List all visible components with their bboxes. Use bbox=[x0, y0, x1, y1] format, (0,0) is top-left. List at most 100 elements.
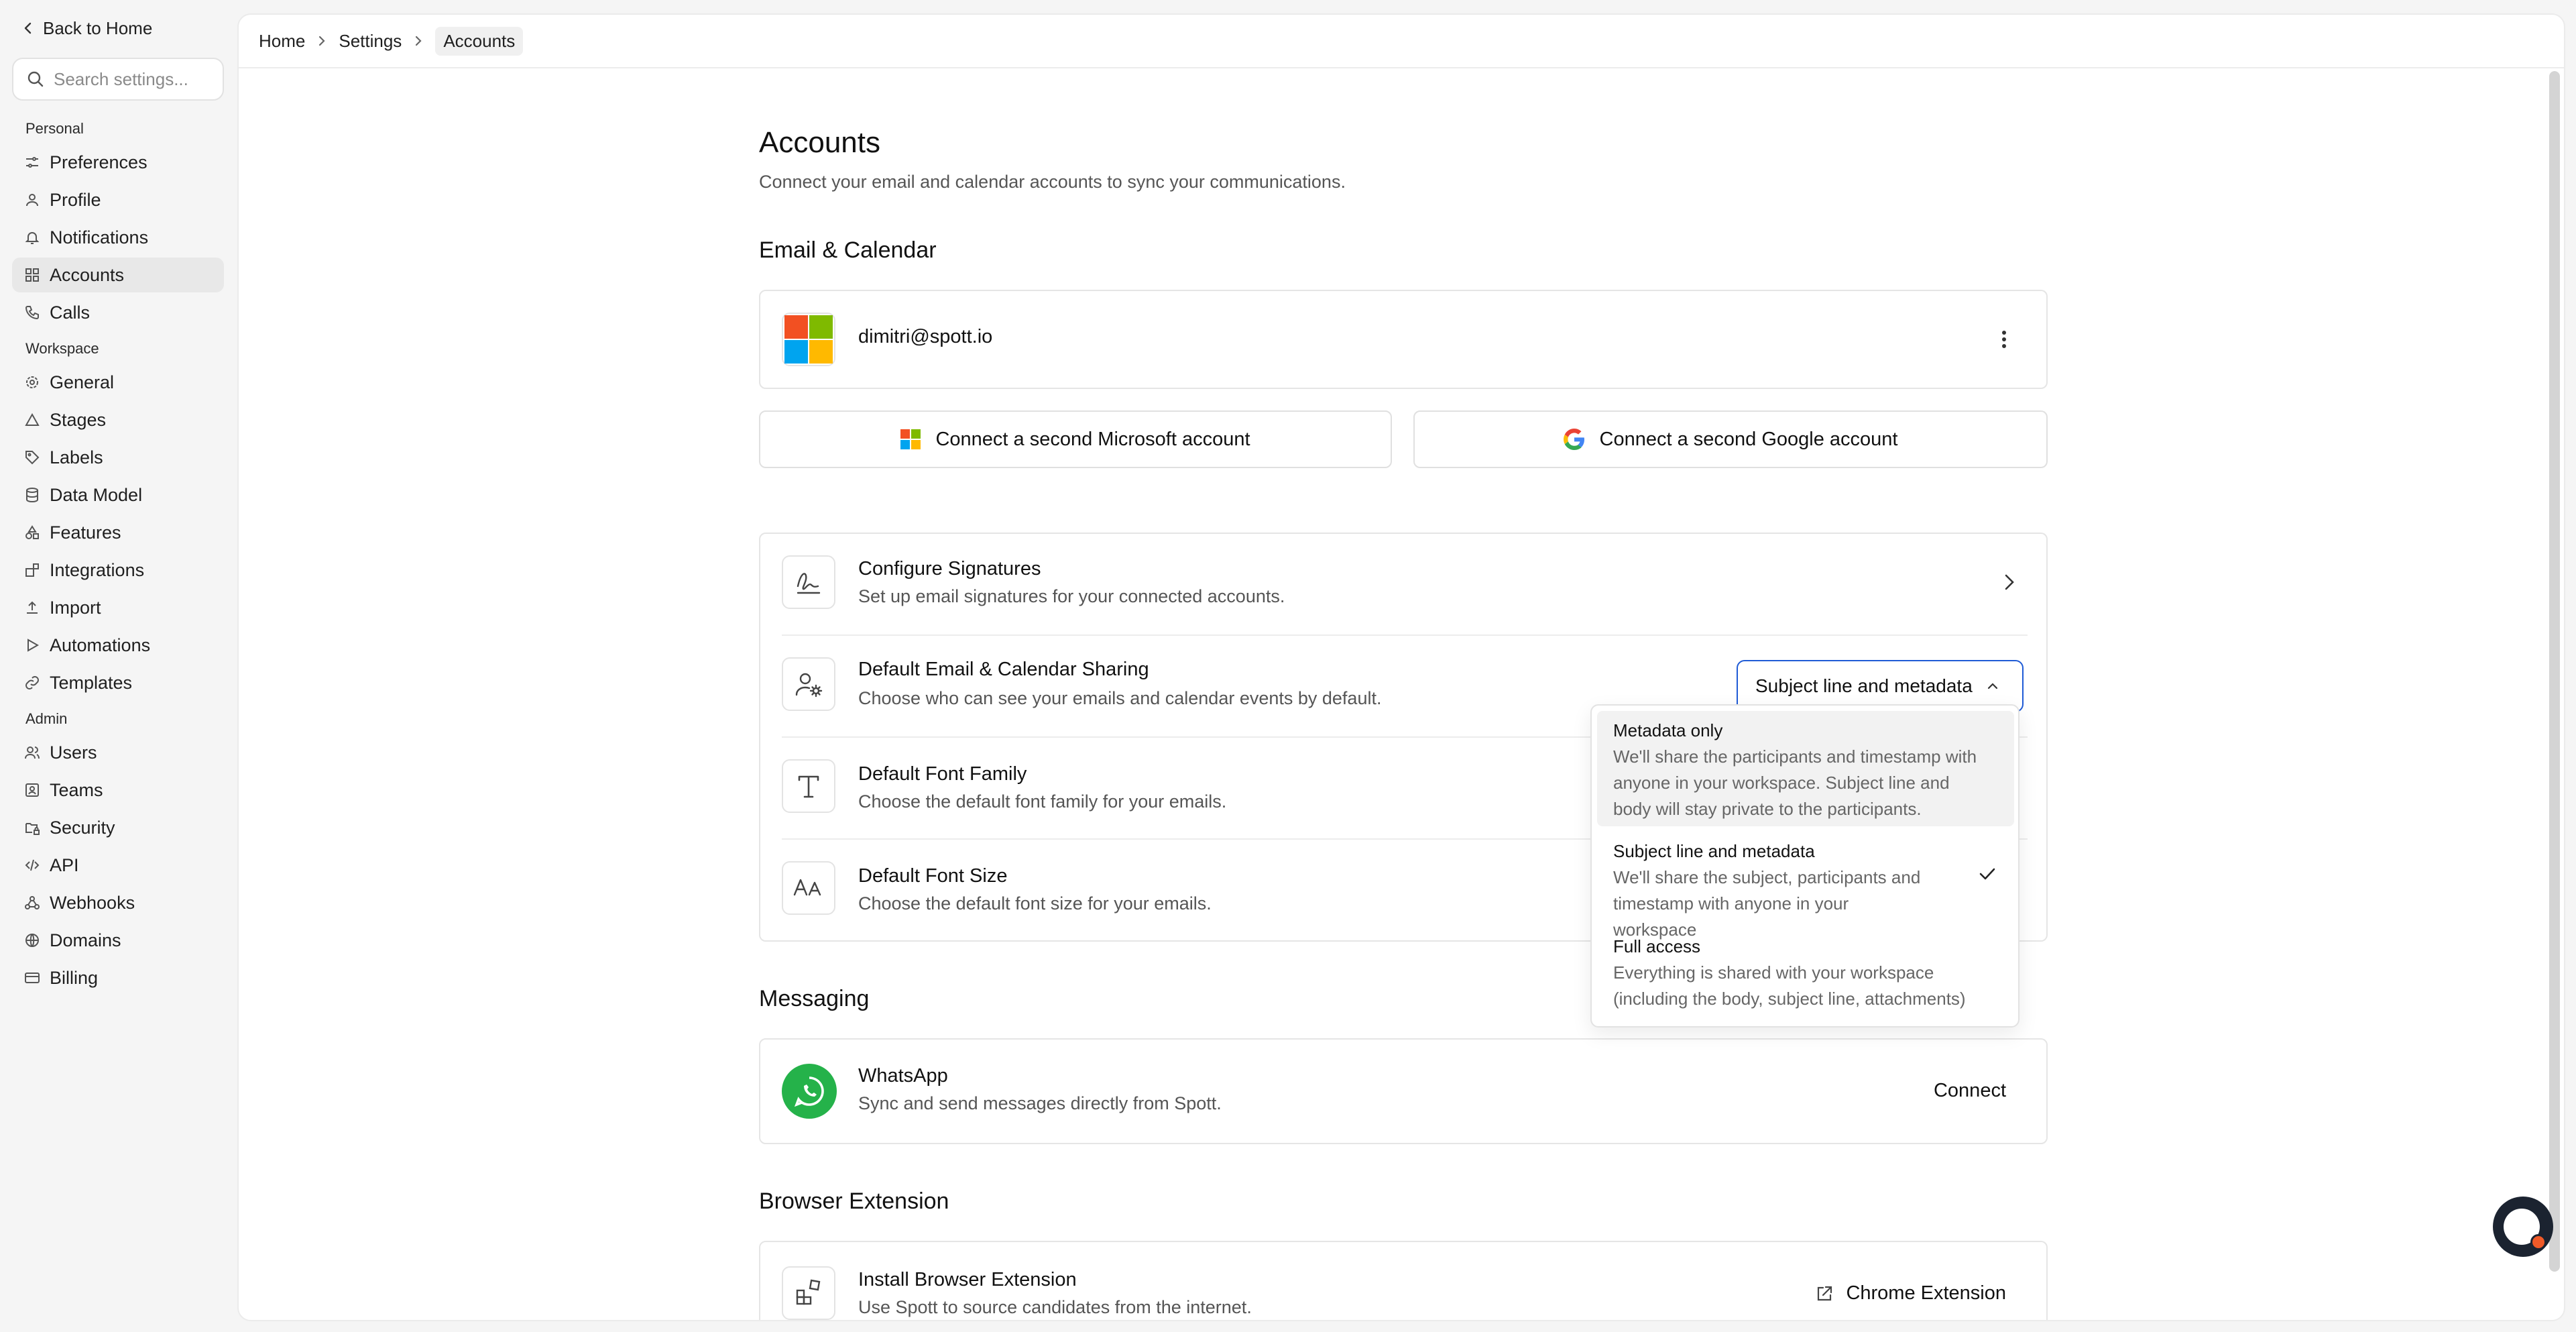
globe-icon bbox=[24, 932, 40, 948]
section-label-workspace: Workspace bbox=[25, 340, 99, 357]
email-calendar-heading: Email & Calendar bbox=[759, 237, 937, 263]
blocks-icon bbox=[24, 562, 40, 578]
whatsapp-title: WhatsApp bbox=[858, 1065, 948, 1087]
sharing-select-value: Subject line and metadata bbox=[1755, 675, 1973, 696]
users-icon bbox=[24, 744, 40, 761]
sidebar-item-features[interactable]: Features bbox=[12, 515, 224, 550]
sidebar-item-api[interactable]: API bbox=[12, 848, 224, 883]
connect-microsoft-label: Connect a second Microsoft account bbox=[935, 428, 1250, 450]
signatures-title: Configure Signatures bbox=[858, 558, 1041, 579]
bell-icon bbox=[24, 229, 40, 245]
sidebar-item-label: Labels bbox=[50, 447, 103, 467]
sidebar-item-data-model[interactable]: Data Model bbox=[12, 478, 224, 512]
messaging-heading: Messaging bbox=[759, 986, 870, 1011]
sidebar-item-integrations[interactable]: Integrations bbox=[12, 553, 224, 588]
sidebar-item-label: Users bbox=[50, 742, 97, 763]
shapes-icon bbox=[24, 524, 40, 541]
tag-icon bbox=[24, 449, 40, 465]
signatures-desc: Set up email signatures for your connect… bbox=[858, 586, 1285, 606]
connect-google-button[interactable]: Connect a second Google account bbox=[1413, 410, 2048, 468]
chrome-extension-link[interactable]: Chrome Extension bbox=[1815, 1282, 2006, 1305]
sidebar-item-accounts[interactable]: Accounts bbox=[12, 258, 224, 292]
sidebar-item-templates[interactable]: Templates bbox=[12, 665, 224, 700]
sidebar-item-domains[interactable]: Domains bbox=[12, 923, 224, 958]
main-scrollbar[interactable] bbox=[2549, 71, 2560, 1272]
webhook-icon bbox=[24, 895, 40, 911]
grid-icon bbox=[24, 267, 40, 283]
option-metadata-only[interactable]: Metadata only We'll share the participan… bbox=[1597, 711, 2014, 826]
option-full-access[interactable]: Full access Everything is shared with yo… bbox=[1597, 927, 2014, 1021]
sidebar-item-teams[interactable]: Teams bbox=[12, 773, 224, 808]
sidebar-item-label: Teams bbox=[50, 779, 103, 800]
sidebar-item-label: Calls bbox=[50, 302, 91, 323]
whatsapp-card: WhatsApp Sync and send messages directly… bbox=[759, 1038, 2048, 1144]
option-title: Metadata only bbox=[1613, 720, 1723, 740]
option-subject-and-metadata[interactable]: Subject line and metadata We'll share th… bbox=[1597, 832, 2014, 940]
sidebar-item-stages[interactable]: Stages bbox=[12, 402, 224, 437]
option-title: Subject line and metadata bbox=[1613, 841, 1815, 861]
check-icon bbox=[1978, 867, 1997, 881]
option-title: Full access bbox=[1613, 936, 1701, 956]
sidebar-item-import[interactable]: Import bbox=[12, 590, 224, 625]
font-size-desc: Choose the default font size for your em… bbox=[858, 893, 1212, 913]
configure-signatures-row[interactable]: Configure Signatures Set up email signat… bbox=[760, 534, 2049, 634]
type-icon bbox=[782, 759, 835, 813]
sidebar-item-labels[interactable]: Labels bbox=[12, 440, 224, 475]
breadcrumb: Home Settings Accounts bbox=[239, 15, 2564, 68]
code-icon bbox=[24, 857, 40, 873]
back-to-home-link[interactable]: Back to Home bbox=[12, 12, 224, 44]
database-icon bbox=[24, 487, 40, 503]
sidebar-item-profile[interactable]: Profile bbox=[12, 182, 224, 217]
link-icon bbox=[24, 675, 40, 691]
chevron-left-icon bbox=[23, 20, 34, 36]
whatsapp-connect-button[interactable]: Connect bbox=[1934, 1080, 2006, 1102]
account-email: dimitri@spott.io bbox=[858, 326, 993, 347]
user-icon bbox=[24, 192, 40, 208]
connect-microsoft-button[interactable]: Connect a second Microsoft account bbox=[759, 410, 1392, 468]
connected-account-card: dimitri@spott.io bbox=[759, 290, 2048, 389]
phone-icon bbox=[24, 304, 40, 321]
sidebar-item-notifications[interactable]: Notifications bbox=[12, 220, 224, 255]
google-logo-icon bbox=[1563, 429, 1585, 450]
connect-google-label: Connect a second Google account bbox=[1599, 428, 1898, 450]
font-family-desc: Choose the default font family for your … bbox=[858, 791, 1227, 812]
sidebar-item-billing[interactable]: Billing bbox=[12, 960, 224, 995]
sidebar-item-label: Notifications bbox=[50, 227, 149, 247]
search-input[interactable] bbox=[54, 68, 215, 90]
folder-lock-icon bbox=[24, 820, 40, 836]
more-vertical-icon[interactable] bbox=[1994, 326, 2014, 353]
breadcrumb-home[interactable]: Home bbox=[259, 31, 305, 52]
sidebar-item-security[interactable]: Security bbox=[12, 810, 224, 845]
sidebar-item-preferences[interactable]: Preferences bbox=[12, 145, 224, 180]
breadcrumb-settings[interactable]: Settings bbox=[339, 31, 402, 52]
sidebar-item-general[interactable]: General bbox=[12, 365, 224, 400]
play-icon bbox=[24, 637, 40, 653]
sidebar-item-label: Import bbox=[50, 597, 101, 618]
sidebar-item-webhooks[interactable]: Webhooks bbox=[12, 885, 224, 920]
sliders-icon bbox=[24, 154, 40, 170]
font-size-icon bbox=[782, 861, 835, 915]
support-chat-button[interactable] bbox=[2493, 1197, 2553, 1257]
sidebar-item-label: Billing bbox=[50, 967, 99, 988]
notification-dot bbox=[2530, 1234, 2546, 1250]
sidebar-item-label: Domains bbox=[50, 930, 121, 950]
sidebar-item-label: Accounts bbox=[50, 264, 125, 285]
settings-search[interactable] bbox=[12, 58, 224, 101]
sidebar-item-label: Webhooks bbox=[50, 892, 135, 913]
sidebar-item-users[interactable]: Users bbox=[12, 735, 224, 770]
chevron-right-icon bbox=[317, 34, 327, 48]
whatsapp-logo-icon bbox=[782, 1064, 837, 1119]
sidebar-item-automations[interactable]: Automations bbox=[12, 628, 224, 663]
section-label-personal: Personal bbox=[25, 120, 84, 137]
chevron-right-icon bbox=[2003, 571, 2015, 593]
external-link-icon bbox=[1815, 1284, 1834, 1303]
sidebar-item-label: Integrations bbox=[50, 559, 145, 580]
chevron-up-icon bbox=[1986, 681, 1999, 691]
extension-blocks-icon bbox=[782, 1266, 835, 1320]
back-to-home-label: Back to Home bbox=[43, 17, 153, 38]
whatsapp-desc: Sync and send messages directly from Spo… bbox=[858, 1093, 1222, 1113]
sidebar-item-label: Automations bbox=[50, 634, 151, 655]
sharing-desc: Choose who can see your emails and calen… bbox=[858, 688, 1382, 708]
sidebar-item-calls[interactable]: Calls bbox=[12, 295, 224, 330]
sidebar-item-label: General bbox=[50, 372, 115, 392]
